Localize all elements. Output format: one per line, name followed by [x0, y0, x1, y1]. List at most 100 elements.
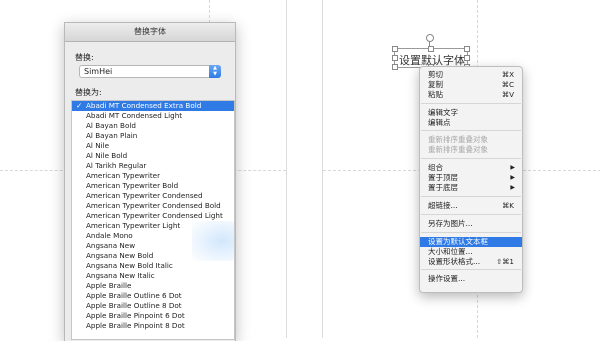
font-list-item[interactable]: Al Nile Bold — [72, 151, 234, 161]
resize-handle[interactable] — [464, 46, 470, 52]
submenu-arrow-icon: ▶ — [510, 184, 515, 191]
resize-handle[interactable] — [428, 46, 434, 52]
menu-item[interactable]: 设置形状格式... ⇧⌘1 — [420, 257, 522, 267]
font-name: Angsana New Italic — [86, 271, 155, 280]
replace-font-dialog: 替换字体 替换: SimHei ▲ ▼ 替换为: ✓ Abadi MT Conde… — [64, 22, 236, 341]
checkmark-icon: ✓ — [76, 101, 83, 110]
font-list-item[interactable]: American Typewriter Bold — [72, 181, 234, 191]
menu-item-label: 粘贴 — [428, 90, 443, 99]
font-name: Angsana New — [86, 241, 136, 250]
menu-item[interactable]: 置于底层 ▶ — [420, 183, 522, 193]
font-list-item[interactable]: Abadi MT Condensed Light — [72, 111, 234, 121]
font-name: Apple Braille Outline 8 Dot — [86, 301, 182, 310]
font-name: American Typewriter Bold — [86, 181, 179, 190]
font-list-item[interactable]: Angsana New Italic — [72, 271, 234, 281]
font-list-item[interactable]: American Typewriter — [72, 171, 234, 181]
menu-item[interactable]: 操作设置... — [420, 274, 522, 284]
menu-item-label: 操作设置... — [428, 274, 466, 283]
menu-item-label: 剪切 — [428, 70, 443, 79]
rotate-handle[interactable] — [426, 34, 434, 42]
menu-item-shortcut: ⌘X — [501, 70, 514, 79]
resize-handle[interactable] — [392, 64, 398, 70]
menu-item[interactable]: 粘贴 ⌘V — [420, 90, 522, 100]
menu-item-label: 编辑文字 — [428, 108, 458, 117]
menu-item[interactable]: 设置为默认文本框 — [420, 237, 522, 247]
text-box[interactable]: 设置默认字体 — [392, 46, 470, 70]
list-glow — [192, 221, 234, 261]
font-list-item[interactable]: Angsana New Bold Italic — [72, 261, 234, 271]
font-name: Abadi MT Condensed Extra Bold — [86, 101, 202, 110]
font-name: American Typewriter Light — [86, 221, 181, 230]
font-list-item[interactable]: Al Nile — [72, 141, 234, 151]
menu-item-label: 另存为图片... — [428, 219, 473, 228]
font-name: Al Nile — [86, 141, 109, 150]
font-name: Apple Braille Pinpoint 6 Dot — [86, 311, 185, 320]
menu-item-label: 置于底层 — [428, 183, 458, 192]
menu-item[interactable]: 编辑点 — [420, 118, 522, 128]
menu-item[interactable]: 另存为图片... — [420, 219, 522, 229]
font-list-item[interactable]: Al Bayan Plain — [72, 131, 234, 141]
font-list-item[interactable]: Apple Braille — [72, 281, 234, 291]
menu-item-shortcut: ⌘K — [502, 201, 514, 210]
select-arrows-icon[interactable]: ▲ ▼ — [209, 65, 221, 78]
menu-item-label: 重新排序重叠对象 — [428, 135, 488, 144]
menu-separator — [421, 103, 521, 104]
menu-item-label: 编辑点 — [428, 118, 451, 127]
font-list-item[interactable]: Apple Braille Outline 8 Dot — [72, 301, 234, 311]
font-list-item[interactable]: Apple Braille Outline 6 Dot — [72, 291, 234, 301]
font-list-item[interactable]: Apple Braille Pinpoint 6 Dot — [72, 311, 234, 321]
menu-item: 重新排序重叠对象 — [420, 135, 522, 145]
font-name: American Typewriter — [86, 171, 161, 180]
font-list-item[interactable]: Al Bayan Bold — [72, 121, 234, 131]
font-list-item[interactable]: American Typewriter Condensed Bold — [72, 201, 234, 211]
font-list-item[interactable]: ✓ Abadi MT Condensed Extra Bold — [72, 101, 234, 111]
context-menu: 剪切 ⌘X 复制 ⌘C 粘贴 ⌘V 编辑文字 编辑点 重新排序重叠对象 重新排序重叠对象 组合 ▶ 置于… — [419, 66, 523, 293]
menu-item-label: 大小和位置... — [428, 247, 473, 256]
font-name: Apple Braille Outline 6 Dot — [86, 291, 182, 300]
menu-separator — [421, 214, 521, 215]
menu-separator — [421, 196, 521, 197]
menu-item-label: 组合 — [428, 163, 443, 172]
menu-item-label: 设置为默认文本框 — [428, 237, 488, 246]
menu-item[interactable]: 置于顶层 ▶ — [420, 173, 522, 183]
font-name: Angsana New Bold — [86, 251, 154, 260]
resize-handle[interactable] — [392, 55, 398, 61]
menu-item: 重新排序重叠对象 — [420, 145, 522, 155]
font-name: American Typewriter Condensed Bold — [86, 201, 221, 210]
menu-item-label: 重新排序重叠对象 — [428, 145, 488, 154]
font-name: Apple Braille — [86, 281, 132, 290]
menu-item[interactable]: 大小和位置... — [420, 247, 522, 257]
font-name: Al Bayan Bold — [86, 121, 136, 130]
font-list-item[interactable]: American Typewriter Condensed Light — [72, 211, 234, 221]
dialog-title: 替换字体 — [65, 23, 235, 42]
font-list-item[interactable]: Al Tarikh Regular — [72, 161, 234, 171]
font-name: Abadi MT Condensed Light — [86, 111, 183, 120]
resize-handle[interactable] — [392, 46, 398, 52]
font-name: Al Nile Bold — [86, 151, 128, 160]
menu-item[interactable]: 复制 ⌘C — [420, 80, 522, 90]
menu-item-label: 超链接... — [428, 201, 458, 210]
font-list-item[interactable]: American Typewriter Condensed — [72, 191, 234, 201]
replace-label: 替换: — [75, 53, 94, 62]
submenu-arrow-icon: ▶ — [510, 174, 515, 181]
menu-item-shortcut: ⌘V — [501, 90, 514, 99]
resize-handle[interactable] — [464, 55, 470, 61]
menu-item[interactable]: 组合 ▶ — [420, 163, 522, 173]
menu-item-label: 设置形状格式... — [428, 257, 481, 266]
menu-item-shortcut: ⌘C — [501, 80, 514, 89]
font-name: American Typewriter Condensed — [86, 191, 203, 200]
replace-font-value: SimHei — [84, 67, 113, 76]
menu-item[interactable]: 超链接... ⌘K — [420, 201, 522, 211]
menu-item-label: 置于顶层 — [428, 173, 458, 182]
font-name: Apple Braille Pinpoint 8 Dot — [86, 321, 185, 330]
menu-item-label: 复制 — [428, 80, 443, 89]
menu-separator — [421, 130, 521, 131]
submenu-arrow-icon: ▶ — [510, 164, 515, 171]
menu-item[interactable]: 剪切 ⌘X — [420, 70, 522, 80]
menu-item[interactable]: 编辑文字 — [420, 108, 522, 118]
font-list-item[interactable]: Apple Braille Pinpoint 8 Dot — [72, 321, 234, 331]
replace-font-select[interactable]: SimHei ▲ ▼ — [79, 65, 221, 78]
menu-separator — [421, 158, 521, 159]
font-list[interactable]: ✓ Abadi MT Condensed Extra Bold Abadi MT C… — [71, 100, 235, 340]
menu-separator — [421, 232, 521, 233]
